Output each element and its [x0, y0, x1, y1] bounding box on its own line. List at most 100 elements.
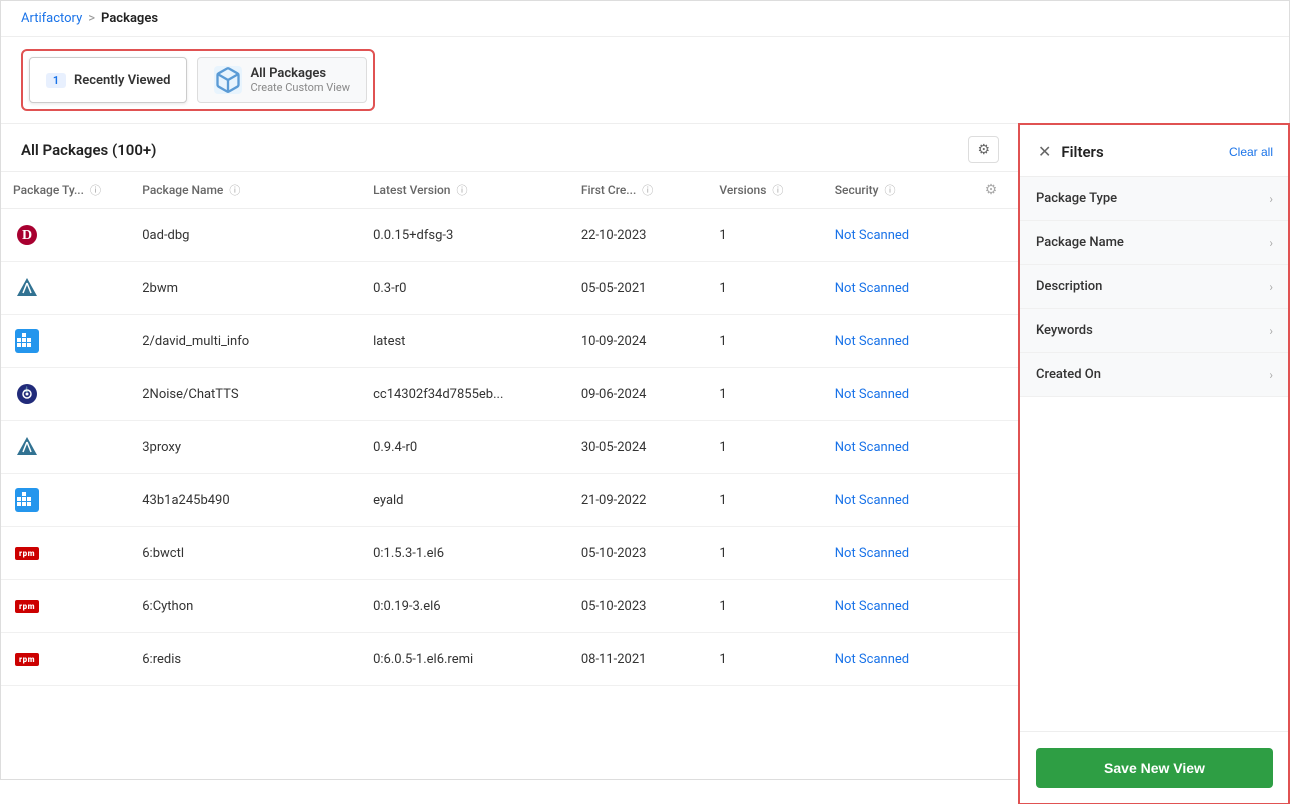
cell-name-3: 2Noise/ChatTTS — [130, 368, 361, 421]
filter-close-button[interactable]: ✕ — [1036, 140, 1053, 164]
col-help-security: ⓘ — [885, 184, 896, 197]
cell-created-1: 05-05-2021 — [569, 262, 708, 315]
save-new-view-button[interactable]: Save New View — [1036, 748, 1273, 788]
filter-item-chevron-4: › — [1269, 368, 1273, 382]
cell-settings-6 — [973, 527, 1019, 580]
package-type-icon-3: ⚓ — [13, 380, 41, 408]
col-header-security: Security ⓘ — [823, 172, 973, 209]
table-row[interactable]: 2/david_multi_info latest 10-09-2024 1 N… — [1, 315, 1019, 368]
cell-versions-2: 1 — [707, 315, 822, 368]
column-settings-icon[interactable]: ⚙ — [985, 182, 998, 198]
cell-settings-4 — [973, 421, 1019, 474]
table-title: All Packages (100+) — [21, 141, 156, 159]
cell-settings-7 — [973, 580, 1019, 633]
cell-name-0: 0ad-dbg — [130, 209, 361, 262]
cell-versions-3: 1 — [707, 368, 822, 421]
filter-panel-footer: Save New View — [1020, 731, 1289, 804]
tab-all-packages[interactable]: All Packages Create Custom View — [197, 57, 367, 103]
all-packages-label: All Packages — [250, 66, 350, 81]
filter-items-list: Package Type › Package Name › Descriptio… — [1020, 177, 1289, 731]
package-type-icon-2 — [13, 327, 41, 355]
cell-type-6: rpm — [1, 527, 130, 580]
filter-item-package-name[interactable]: Package Name › — [1020, 221, 1289, 265]
cell-security-5: Not Scanned — [823, 474, 973, 527]
view-tabs-container: 1 Recently Viewed All Packages Create Cu… — [21, 49, 375, 111]
cell-settings-2 — [973, 315, 1019, 368]
col-header-settings: ⚙ — [973, 172, 1019, 209]
table-row[interactable]: rpm 6:bwctl 0:1.5.3-1.el6 05-10-2023 1 N… — [1, 527, 1019, 580]
filter-header-left: ✕ Filters — [1036, 140, 1104, 164]
filter-item-chevron-2: › — [1269, 280, 1273, 294]
cell-version-3: cc14302f34d7855eb... — [361, 368, 569, 421]
col-header-name: Package Name ⓘ — [130, 172, 361, 209]
table-header-row: All Packages (100+) ⚙ — [1, 124, 1019, 171]
col-header-type: Package Ty... ⓘ — [1, 172, 130, 209]
cell-settings-1 — [973, 262, 1019, 315]
col-help-name: ⓘ — [229, 184, 240, 197]
table-row[interactable]: ⚓ 2Noise/ChatTTS cc14302f34d7855eb... 09… — [1, 368, 1019, 421]
cell-version-8: 0:6.0.5-1.el6.remi — [361, 633, 569, 686]
cell-created-7: 05-10-2023 — [569, 580, 708, 633]
cell-security-2: Not Scanned — [823, 315, 973, 368]
filter-toggle-button[interactable]: ⚙ — [968, 136, 999, 163]
table-area: All Packages (100+) ⚙ Package Ty... ⓘ Pa… — [1, 124, 1019, 804]
table-row[interactable]: rpm 6:redis 0:6.0.5-1.el6.remi 08-11-202… — [1, 633, 1019, 686]
cell-name-7: 6:Cython — [130, 580, 361, 633]
main-area: All Packages (100+) ⚙ Package Ty... ⓘ Pa… — [1, 124, 1289, 804]
cell-versions-7: 1 — [707, 580, 822, 633]
filter-item-chevron-3: › — [1269, 324, 1273, 338]
table-row[interactable]: 2bwm 0.3-r0 05-05-2021 1 Not Scanned — [1, 262, 1019, 315]
cell-type-0: D — [1, 209, 130, 262]
cell-security-3: Not Scanned — [823, 368, 973, 421]
cell-name-2: 2/david_multi_info — [130, 315, 361, 368]
cell-name-8: 6:redis — [130, 633, 361, 686]
cell-created-2: 10-09-2024 — [569, 315, 708, 368]
filter-clear-all-button[interactable]: Clear all — [1229, 145, 1273, 159]
filter-item-label-0: Package Type — [1036, 191, 1117, 206]
table-row[interactable]: 3proxy 0.9.4-r0 30-05-2024 1 Not Scanned — [1, 421, 1019, 474]
breadcrumb-separator: > — [88, 11, 95, 26]
package-type-icon-0: D — [13, 221, 41, 249]
cell-type-3: ⚓ — [1, 368, 130, 421]
cell-name-6: 6:bwctl — [130, 527, 361, 580]
cell-version-6: 0:1.5.3-1.el6 — [361, 527, 569, 580]
cell-created-0: 22-10-2023 — [569, 209, 708, 262]
package-type-icon-8: rpm — [13, 645, 41, 673]
tab-recently-viewed[interactable]: 1 Recently Viewed — [29, 57, 187, 103]
cell-created-6: 05-10-2023 — [569, 527, 708, 580]
cell-created-4: 30-05-2024 — [569, 421, 708, 474]
table-row[interactable]: rpm 6:Cython 0:0.19-3.el6 05-10-2023 1 N… — [1, 580, 1019, 633]
cell-versions-0: 1 — [707, 209, 822, 262]
filter-item-package-type[interactable]: Package Type › — [1020, 177, 1289, 221]
filter-item-description[interactable]: Description › — [1020, 265, 1289, 309]
breadcrumb-parent[interactable]: Artifactory — [21, 11, 82, 26]
cell-settings-0 — [973, 209, 1019, 262]
col-header-version: Latest Version ⓘ — [361, 172, 569, 209]
cell-versions-4: 1 — [707, 421, 822, 474]
cell-name-1: 2bwm — [130, 262, 361, 315]
cell-version-1: 0.3-r0 — [361, 262, 569, 315]
package-type-icon-4 — [13, 433, 41, 461]
cell-version-7: 0:0.19-3.el6 — [361, 580, 569, 633]
all-packages-sublabel: Create Custom View — [250, 81, 350, 94]
cell-versions-8: 1 — [707, 633, 822, 686]
view-tabs-row: 1 Recently Viewed All Packages Create Cu… — [1, 37, 1289, 124]
filter-item-created-on[interactable]: Created On › — [1020, 353, 1289, 397]
package-type-icon-1 — [13, 274, 41, 302]
filter-item-chevron-0: › — [1269, 192, 1273, 206]
package-type-icon-6: rpm — [13, 539, 41, 567]
all-packages-icon — [214, 66, 242, 94]
cell-security-7: Not Scanned — [823, 580, 973, 633]
filter-item-keywords[interactable]: Keywords › — [1020, 309, 1289, 353]
breadcrumb-current: Packages — [101, 11, 158, 26]
filter-item-chevron-1: › — [1269, 236, 1273, 250]
col-help-type: ⓘ — [90, 184, 101, 197]
filter-item-label-4: Created On — [1036, 367, 1101, 382]
cell-security-8: Not Scanned — [823, 633, 973, 686]
table-row[interactable]: 43b1a245b490 eyald 21-09-2022 1 Not Scan… — [1, 474, 1019, 527]
table-row[interactable]: D 0ad-dbg 0.0.15+dfsg-3 22-10-2023 1 Not… — [1, 209, 1019, 262]
cell-type-7: rpm — [1, 580, 130, 633]
cell-created-3: 09-06-2024 — [569, 368, 708, 421]
filter-item-label-2: Description — [1036, 279, 1102, 294]
cell-type-4 — [1, 421, 130, 474]
